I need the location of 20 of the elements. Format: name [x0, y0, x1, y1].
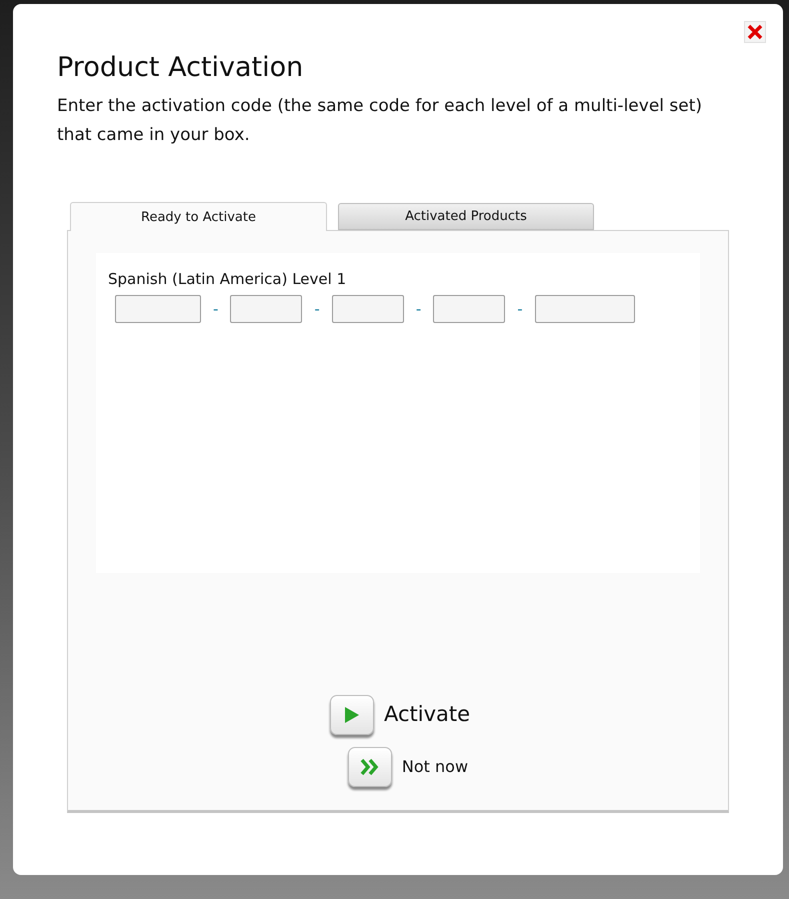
code-field[interactable]: [332, 295, 404, 323]
tab[interactable]: Ready to Activate: [70, 202, 327, 231]
play-icon: [330, 695, 374, 735]
dialog-title: Product Activation: [57, 51, 304, 85]
separator: -: [416, 298, 422, 320]
double-chevron-icon: [348, 747, 392, 787]
separator: -: [314, 298, 320, 320]
product-name: Spanish (Latin America) Level 1: [108, 269, 348, 289]
close-icon: [747, 24, 763, 40]
code-field[interactable]: [433, 295, 506, 323]
not-now-button[interactable]: Not now: [348, 747, 468, 787]
dialog-description: Enter the activation code (the same code for each level of a multi-level set) that came in your box.: [57, 95, 704, 147]
tab[interactable]: Activated Products: [338, 203, 594, 230]
close-button[interactable]: [744, 21, 766, 43]
code-field[interactable]: [534, 295, 635, 323]
separator: -: [213, 298, 218, 320]
code-field[interactable]: [230, 295, 302, 323]
code-field[interactable]: [115, 295, 201, 323]
activate-button[interactable]: Activate: [330, 695, 470, 735]
separator: -: [517, 298, 523, 320]
